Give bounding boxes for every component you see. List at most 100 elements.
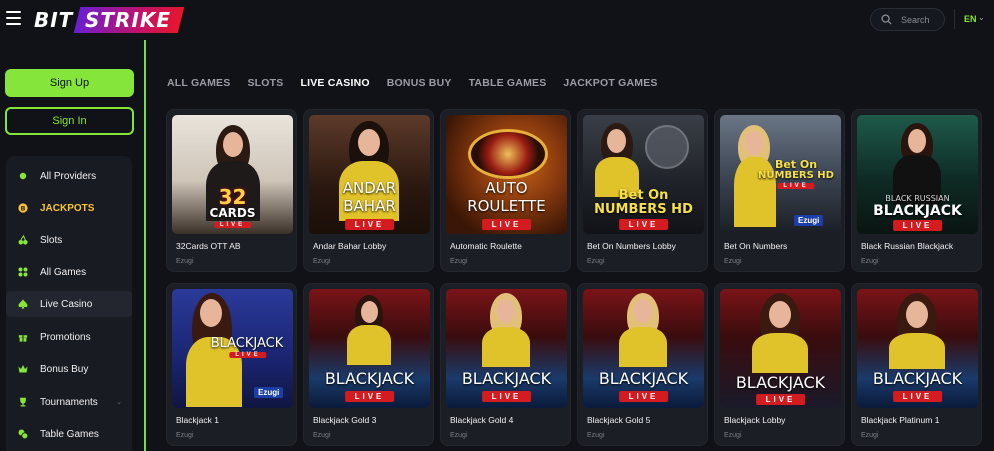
- game-title: Blackjack Gold 5: [587, 415, 651, 425]
- game-provider: Ezugi: [313, 432, 331, 439]
- cherry-icon: [18, 235, 28, 245]
- signin-button[interactable]: Sign In: [5, 107, 134, 135]
- game-card[interactable]: Bet On NUMBERS HD LIVE Bet On Numbers Lo…: [577, 109, 708, 272]
- live-badge: LIVE: [618, 219, 669, 230]
- game-title: Blackjack 1: [176, 415, 219, 425]
- game-title: Black Russian Blackjack: [861, 241, 954, 251]
- game-card[interactable]: BLACKJACK LIVE Blackjack Gold 3 Ezugi: [303, 283, 434, 446]
- game-art-subtitle: BLACKJACK: [873, 203, 962, 219]
- sidebar-item-all-providers[interactable]: All Providers: [6, 163, 132, 189]
- dot-icon: [18, 171, 28, 181]
- search-icon: [881, 14, 892, 25]
- chevron-down-icon: ⌄: [978, 13, 985, 22]
- ezugi-logo: Ezugi: [794, 215, 824, 226]
- sidebar-item-table-games[interactable]: Table Games: [6, 421, 132, 447]
- game-title: Blackjack Lobby: [724, 415, 786, 425]
- game-card[interactable]: BLACKJACK LIVE Blackjack Gold 4 Ezugi: [440, 283, 571, 446]
- game-card[interactable]: BLACKJACK LIVE Blackjack Platinum 1 Ezug…: [851, 283, 982, 446]
- game-art-title: BLACKJACK: [210, 336, 284, 351]
- sidebar-item-bonus-buy[interactable]: Bonus Buy: [6, 356, 132, 382]
- live-badge: LIVE: [481, 391, 532, 402]
- spade-icon: [18, 299, 28, 309]
- chips-icon: [18, 429, 28, 439]
- game-provider: Ezugi: [587, 432, 605, 439]
- game-art-title: BLACKJACK: [324, 369, 415, 388]
- grid-icon: [18, 267, 28, 277]
- tab-table-games[interactable]: TABLE GAMES: [469, 77, 547, 89]
- game-thumbnail: BLACK RUSSIAN BLACKJACK LIVE: [857, 115, 978, 234]
- game-art-title: Bet On: [774, 158, 818, 171]
- chevron-down-icon[interactable]: ⌄: [116, 398, 122, 406]
- game-thumbnail: BLACKJACK LIVE: [857, 289, 978, 408]
- game-art-title: AUTO: [485, 179, 528, 197]
- sidebar-item-label: Live Casino: [40, 298, 93, 310]
- sidebar-divider: [144, 40, 146, 451]
- tab-jackpot-games[interactable]: JACKPOT GAMES: [563, 77, 657, 89]
- game-card[interactable]: BLACKJACK LIVE Ezugi Blackjack 1 Ezugi: [166, 283, 297, 446]
- game-card[interactable]: BLACK RUSSIAN BLACKJACK LIVE Black Russi…: [851, 109, 982, 272]
- brand-logo-part2: STRIKE: [74, 7, 185, 33]
- game-provider: Ezugi: [176, 258, 194, 265]
- sidebar-item-promotions[interactable]: Promotions: [6, 324, 132, 350]
- category-tabs: ALL GAMES SLOTS LIVE CASINO BONUS BUY TA…: [167, 77, 675, 89]
- menu-hamburger-icon[interactable]: [6, 11, 21, 25]
- brand-logo[interactable]: BIT STRIKE: [34, 7, 185, 33]
- game-title: Blackjack Gold 3: [313, 415, 377, 425]
- sidebar-item-label: Promotions: [40, 331, 91, 343]
- language-selector[interactable]: EN: [964, 14, 977, 24]
- sidebar-item-slots[interactable]: Slots: [6, 227, 132, 253]
- sidebar-item-label: All Providers: [40, 170, 97, 182]
- game-thumbnail: BLACKJACK LIVE: [583, 289, 704, 408]
- game-thumbnail: AUTO ROULETTE LIVE: [446, 115, 567, 234]
- game-thumbnail: BLACKJACK LIVE Ezugi: [172, 289, 293, 408]
- tab-live-casino[interactable]: LIVE CASINO: [300, 77, 369, 89]
- game-provider: Ezugi: [450, 258, 468, 265]
- header-divider: [954, 9, 955, 29]
- live-badge: LIVE: [481, 219, 532, 230]
- game-art-title: Bet On: [618, 188, 669, 203]
- sidebar-menu: All Providers B JACKPOTS Slots All Games…: [6, 156, 132, 451]
- live-badge: LIVE: [618, 391, 669, 402]
- game-thumbnail: 32 CARDS LIVE: [172, 115, 293, 234]
- game-card[interactable]: BLACKJACK LIVE Blackjack Gold 5 Ezugi: [577, 283, 708, 446]
- game-thumbnail: Bet On NUMBERS HD LIVE: [583, 115, 704, 234]
- search-button[interactable]: Search: [870, 8, 945, 31]
- game-art-title: BLACKJACK: [598, 369, 689, 388]
- game-card[interactable]: Bet On NUMBERS HD LIVE Ezugi Bet On Numb…: [714, 109, 845, 272]
- sidebar-item-tournaments[interactable]: Tournaments ⌄: [6, 389, 132, 415]
- sidebar-item-jackpots[interactable]: B JACKPOTS: [6, 195, 132, 221]
- sidebar-item-label: Tournaments: [40, 396, 98, 408]
- live-badge: LIVE: [892, 391, 943, 402]
- game-thumbnail: BLACKJACK LIVE: [309, 289, 430, 408]
- signup-button[interactable]: Sign Up: [5, 69, 134, 97]
- game-thumbnail: BLACKJACK LIVE: [446, 289, 567, 408]
- live-badge: LIVE: [213, 222, 252, 228]
- brand-logo-part1: BIT: [34, 8, 74, 32]
- game-art-subtitle: NUMBERS HD: [594, 202, 693, 217]
- sidebar-item-live-casino[interactable]: Live Casino: [6, 291, 132, 317]
- game-provider: Ezugi: [861, 432, 879, 439]
- live-badge: LIVE: [344, 391, 395, 402]
- sidebar-item-label: Slots: [40, 234, 63, 246]
- game-title: Automatic Roulette: [450, 241, 522, 251]
- tab-slots[interactable]: SLOTS: [247, 77, 283, 89]
- game-art-title: ANDAR: [342, 179, 397, 197]
- game-card[interactable]: ANDAR BAHAR LIVE Andar Bahar Lobby Ezugi: [303, 109, 434, 272]
- game-art-title: BLACK RUSSIAN: [885, 194, 950, 203]
- game-art-title: BLACKJACK: [461, 369, 552, 388]
- game-title: Andar Bahar Lobby: [313, 241, 387, 251]
- game-card[interactable]: AUTO ROULETTE LIVE Automatic Roulette Ez…: [440, 109, 571, 272]
- game-provider: Ezugi: [587, 258, 605, 265]
- sidebar-item-label: Bonus Buy: [40, 363, 89, 375]
- game-art-subtitle: NUMBERS HD: [758, 170, 834, 181]
- tab-bonus-buy[interactable]: BONUS BUY: [387, 77, 452, 89]
- tab-all-games[interactable]: ALL GAMES: [167, 77, 230, 89]
- live-badge: LIVE: [229, 352, 267, 358]
- game-card[interactable]: BLACKJACK LIVE Blackjack Lobby Ezugi: [714, 283, 845, 446]
- live-badge: LIVE: [755, 394, 806, 405]
- game-card[interactable]: 32 CARDS LIVE 32Cards OTT AB Ezugi: [166, 109, 297, 272]
- sidebar-item-all-games[interactable]: All Games: [6, 259, 132, 285]
- sidebar-item-label: JACKPOTS: [40, 202, 95, 214]
- ezugi-logo: Ezugi: [254, 387, 284, 398]
- game-provider: Ezugi: [724, 432, 742, 439]
